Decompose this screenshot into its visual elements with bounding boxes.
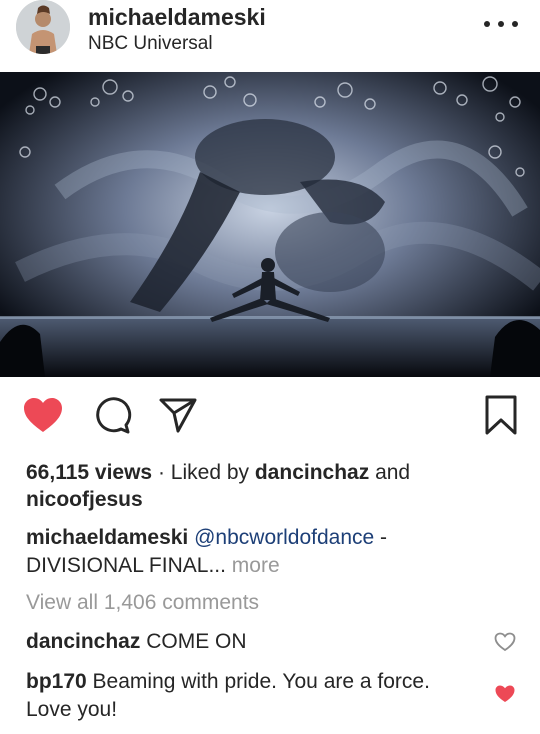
bookmark-icon bbox=[485, 395, 517, 435]
post-location[interactable]: NBC Universal bbox=[88, 33, 213, 55]
save-button[interactable] bbox=[478, 392, 524, 438]
dot-icon bbox=[498, 21, 504, 27]
comment-like-button[interactable] bbox=[494, 632, 516, 654]
post-username[interactable]: michaeldameski bbox=[88, 4, 266, 31]
comment-item: bp170 Beaming with pride. You are a forc… bbox=[26, 668, 466, 724]
like-button[interactable] bbox=[20, 392, 66, 438]
liked-by-user[interactable]: dancinchaz bbox=[255, 461, 369, 484]
share-button[interactable] bbox=[155, 392, 201, 438]
post-video[interactable] bbox=[0, 72, 540, 377]
view-all-comments-link[interactable]: View all 1,406 comments bbox=[26, 591, 259, 615]
views-liked-by: 66,115 views · Liked by dancinchaz and n… bbox=[26, 459, 496, 513]
comment-icon bbox=[96, 397, 132, 434]
comment-item: dancinchaz COME ON bbox=[26, 628, 466, 656]
comment-text: Beaming with pride. You are a force. Lov… bbox=[26, 670, 430, 721]
post-header: michaeldameski NBC Universal bbox=[0, 0, 540, 72]
comment-username[interactable]: bp170 bbox=[26, 670, 87, 693]
heart-filled-icon bbox=[24, 398, 62, 432]
heart-outline-icon bbox=[494, 632, 516, 652]
liked-by-and: and bbox=[369, 461, 411, 484]
action-bar bbox=[0, 392, 540, 442]
dot-icon bbox=[512, 21, 518, 27]
comment-text: COME ON bbox=[146, 630, 247, 653]
comment-username[interactable]: dancinchaz bbox=[26, 630, 140, 653]
comment-like-button[interactable] bbox=[494, 684, 516, 706]
avatar-image bbox=[16, 0, 70, 54]
share-paper-plane-icon bbox=[159, 398, 197, 433]
caption-author[interactable]: michaeldameski bbox=[26, 526, 188, 549]
separator: · bbox=[152, 461, 171, 484]
caption-mention[interactable]: @nbcworldofdance bbox=[194, 526, 374, 549]
avatar[interactable] bbox=[16, 0, 70, 54]
caption-more-link[interactable]: more bbox=[232, 554, 280, 577]
post-caption: michaeldameski @nbcworldofdance - DIVISI… bbox=[26, 524, 496, 580]
video-frame bbox=[0, 72, 540, 377]
views-count[interactable]: 66,115 views bbox=[26, 461, 152, 484]
liked-by-user[interactable]: nicoofjesus bbox=[26, 488, 143, 511]
heart-filled-icon bbox=[495, 685, 515, 702]
more-options-button[interactable] bbox=[484, 14, 518, 34]
dot-icon bbox=[484, 21, 490, 27]
liked-by-prefix: Liked by bbox=[170, 461, 255, 484]
comment-button[interactable] bbox=[89, 392, 135, 438]
